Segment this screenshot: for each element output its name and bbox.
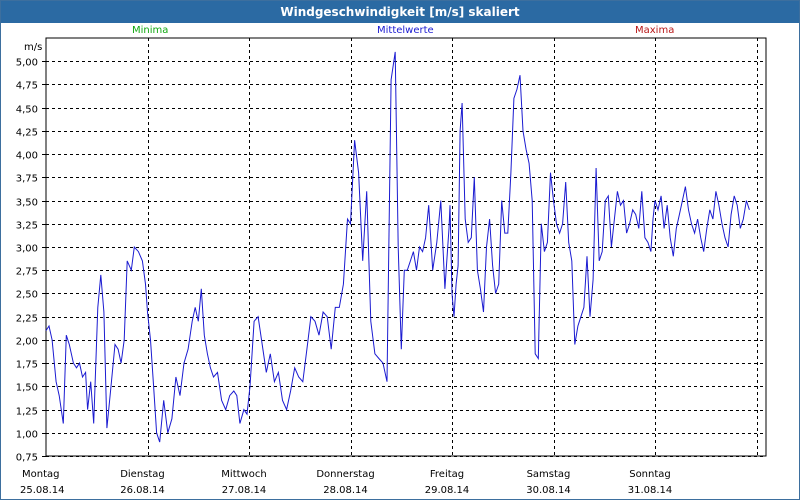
y-tick-label: 1,75 [16,360,38,371]
y-axis-unit-label: m/s [24,42,42,53]
x-date-label: 31.08.14 [628,485,673,496]
wind-speed-chart: 0,75 1,00 1,25 1,50 1,75 2,00 2,25 2,50 2,75 3,00… [16,37,767,496]
y-tick-label: 2,25 [16,314,38,325]
x-day-label: Freitag [430,469,464,480]
x-date-label: 29.08.14 [425,485,470,496]
x-axis: Montag 25.08.14 Dienstag 26.08.14 Mittwoch 27… [20,469,672,496]
y-tick-label: 4,50 [16,105,38,116]
y-tick-label: 1,50 [16,383,38,394]
x-day-label: Montag [22,469,59,480]
chart-window: Windgeschwindigkeit [m/s] skaliert Minim… [0,0,800,500]
y-tick-label: 3,75 [16,174,38,185]
series-group [45,51,750,443]
x-day-label: Donnerstag [316,469,374,480]
y-tick-label: 3,00 [16,244,38,255]
y-tick-label: 5,00 [16,58,38,69]
y-tick-label: 2,50 [16,290,38,301]
y-tick-label: 4,75 [16,81,38,92]
y-axis: 0,75 1,00 1,25 1,50 1,75 2,00 2,25 2,50 2,75 3,00… [16,58,46,464]
y-tick-label: 3,50 [16,198,38,209]
x-date-label: 25.08.14 [20,485,65,496]
y-tick-label: 0,75 [16,453,38,464]
x-date-label: 26.08.14 [120,485,165,496]
x-day-label: Samstag [527,469,571,480]
y-tick-label: 1,00 [16,430,38,441]
x-date-label: 27.08.14 [222,485,267,496]
y-tick-label: 4,25 [16,128,38,139]
series-line-mittelwerte [45,51,750,443]
y-tick-label: 3,25 [16,221,38,232]
x-day-label: Sonntag [629,469,671,480]
x-date-label: 30.08.14 [526,485,571,496]
x-date-label: 28.08.14 [323,485,368,496]
y-tick-label: 4,00 [16,151,38,162]
x-day-label: Dienstag [120,469,165,480]
x-day-label: Mittwoch [221,469,266,480]
y-tick-label: 2,75 [16,267,38,278]
y-tick-label: 1,25 [16,407,38,418]
y-tick-label: 2,00 [16,337,38,348]
